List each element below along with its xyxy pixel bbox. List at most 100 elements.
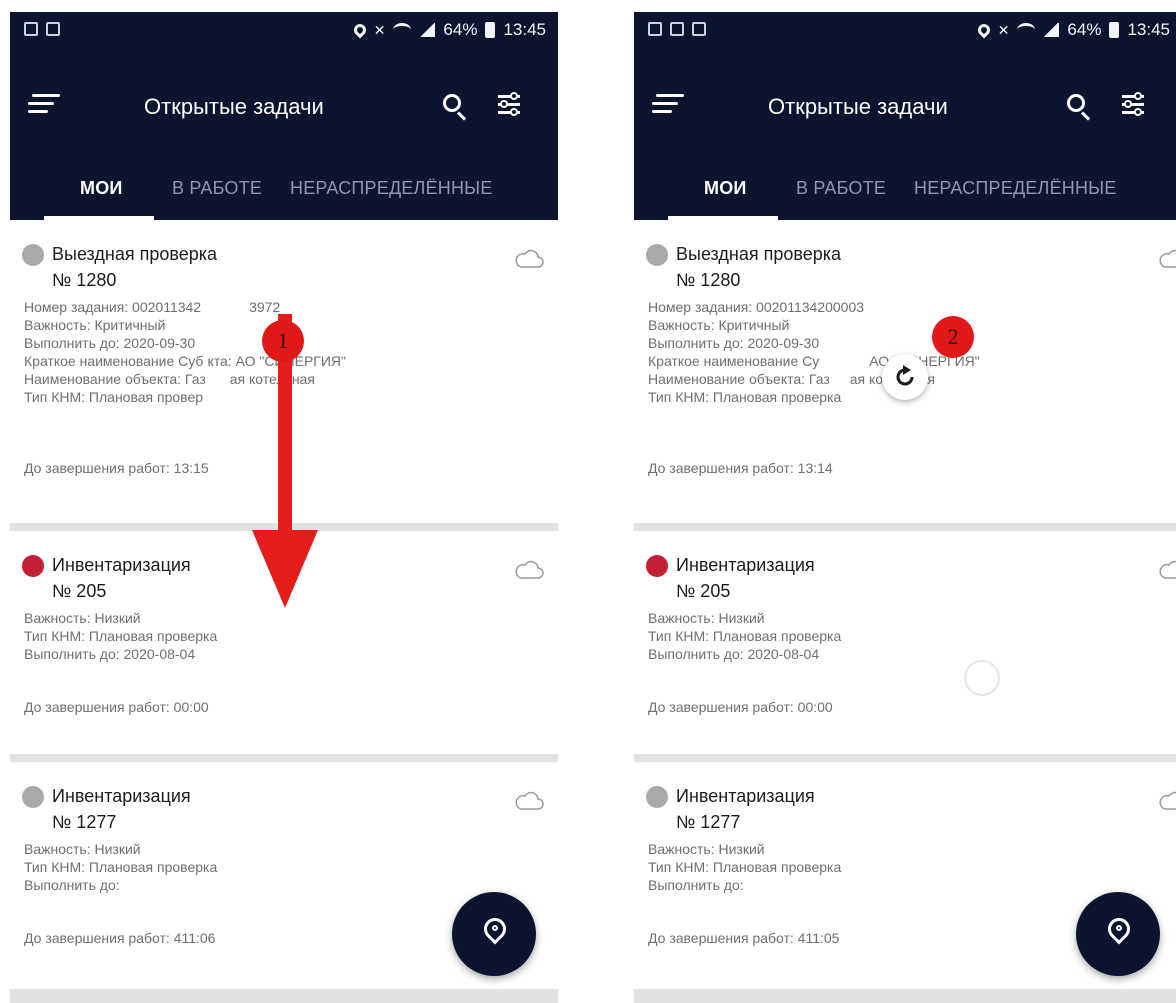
calendar-notification-icon — [24, 22, 38, 36]
map-fab-button[interactable] — [1076, 892, 1160, 976]
task-list: Выездная проверка № 1280 Номер задания: … — [634, 220, 1176, 989]
tab-mine[interactable]: МОИ — [704, 178, 747, 199]
task-title: Инвентаризация — [676, 786, 815, 806]
cloud-icon — [515, 560, 544, 579]
task-detail-line: Выполнить до: 2020-08-04 — [24, 646, 196, 662]
task-details: Номер задания: 00201134200003 Важность: … — [648, 298, 980, 406]
map-fab-button[interactable] — [452, 892, 536, 976]
task-detail-line: Тип КНМ: Плановая проверка — [648, 859, 842, 875]
cloud-icon — [515, 791, 544, 810]
app-bar: Открытые задачи МОИ В РАБОТЕ НЕРАСПРЕДЕЛ… — [634, 50, 1176, 220]
task-number: № 1277 — [676, 812, 741, 832]
image-notification-icon — [648, 22, 662, 36]
status-bar: ✕ 64% 13:45 — [634, 12, 1176, 50]
battery-percent: 64% — [1067, 20, 1102, 39]
mute-icon: ✕ — [997, 21, 1010, 38]
task-title: Выездная проверка — [52, 244, 218, 264]
task-detail-line: Наименование объекта: Газая котельная — [648, 371, 935, 387]
task-number: № 1280 — [52, 270, 117, 290]
wifi-icon — [1017, 23, 1036, 37]
task-detail-line: Выполнить до: 2020-08-04 — [648, 646, 820, 662]
file-notification-icon — [46, 22, 60, 36]
status-bar: ✕ 64% 13:45 — [10, 12, 558, 50]
task-number: № 205 — [676, 581, 731, 601]
wifi-icon — [393, 23, 412, 37]
task-detail-line: Номер задания: 00201134200003 — [648, 299, 865, 315]
task-deadline: До завершения работ: 13:14 — [648, 460, 833, 476]
phone-screen-after: ✕ 64% 13:45 Открытые задачи МОИ В РАБОТЕ… — [634, 12, 1176, 1003]
clock: 13:45 — [503, 20, 546, 39]
task-number: № 205 — [52, 581, 107, 601]
task-detail-line: Важность: Низкий — [24, 841, 141, 857]
task-status-dot — [22, 555, 44, 577]
location-status-icon — [351, 21, 369, 39]
tab-bar: МОИ В РАБОТЕ НЕРАСПРЕДЕЛЁННЫЕ — [10, 166, 558, 220]
filter-icon[interactable] — [1120, 92, 1146, 118]
task-deadline: До завершения работ: 411:06 — [24, 930, 216, 946]
tab-bar: МОИ В РАБОТЕ НЕРАСПРЕДЕЛЁННЫЕ — [634, 166, 1176, 220]
search-icon[interactable] — [443, 94, 469, 121]
step-badge-1: 1 — [262, 320, 304, 362]
battery-icon — [485, 22, 496, 38]
task-details: Важность: Низкий Тип КНМ: Плановая прове… — [24, 609, 217, 663]
task-detail-line: Тип КНМ: Плановая проверка — [24, 859, 218, 875]
task-title: Инвентаризация — [52, 786, 191, 806]
task-deadline: До завершения работ: 13:15 — [24, 460, 209, 476]
task-title: Инвентаризация — [676, 555, 815, 575]
clock: 13:45 — [1127, 20, 1170, 39]
task-status-dot — [22, 786, 44, 808]
app-bar: Открытые задачи МОИ В РАБОТЕ НЕРАСПРЕДЕЛ… — [10, 50, 558, 220]
task-detail-line: Выполнить до: — [24, 877, 120, 893]
task-status-dot — [646, 555, 668, 577]
task-detail-line: Тип КНМ: Плановая проверка — [648, 628, 842, 644]
file-notification-icon — [692, 22, 706, 36]
task-deadline: До завершения работ: 00:00 — [648, 699, 833, 715]
pull-to-refresh-spinner — [882, 354, 928, 400]
filter-icon[interactable] — [496, 92, 522, 118]
task-title: Выездная проверка — [676, 244, 842, 264]
page-title: Открытые задачи — [144, 94, 324, 119]
task-status-dot — [646, 786, 668, 808]
hamburger-icon[interactable] — [652, 92, 684, 116]
task-details: Важность: Низкий Тип КНМ: Плановая прове… — [648, 840, 841, 894]
task-deadline: До завершения работ: 00:00 — [24, 699, 209, 715]
task-status-dot — [22, 244, 44, 266]
signal-icon — [1043, 23, 1060, 37]
tab-in-work[interactable]: В РАБОТЕ — [172, 178, 262, 199]
task-deadline: До завершения работ: 411:05 — [648, 930, 840, 946]
task-detail-line: Выполнить до: 2020-09-30 — [648, 335, 820, 351]
cloud-icon — [1159, 560, 1176, 579]
battery-percent: 64% — [443, 20, 478, 39]
task-detail-line: Выполнить до: — [648, 877, 744, 893]
task-detail-line: Тип КНМ: Плановая проверка — [24, 628, 218, 644]
task-details: Важность: Низкий Тип КНМ: Плановая прове… — [24, 840, 217, 894]
tab-unassigned[interactable]: НЕРАСПРЕДЕЛЁННЫЕ — [290, 178, 552, 199]
signal-icon — [419, 23, 436, 37]
task-card[interactable]: Инвентаризация № 205 Важность: Низкий Ти… — [634, 531, 1176, 754]
task-detail-line: Важность: Низкий — [24, 610, 141, 626]
task-number: № 1277 — [52, 812, 117, 832]
mute-icon: ✕ — [373, 21, 386, 38]
search-icon[interactable] — [1067, 94, 1093, 121]
hamburger-icon[interactable] — [28, 92, 60, 116]
task-details: Важность: Низкий Тип КНМ: Плановая прове… — [648, 609, 841, 663]
task-detail-line: Важность: Низкий — [648, 610, 765, 626]
phone-screen-before: ✕ 64% 13:45 Открытые задачи МОИ В РАБОТЕ… — [10, 12, 558, 1003]
task-detail-line: Важность: Низкий — [648, 841, 765, 857]
cloud-icon — [1159, 791, 1176, 810]
location-status-icon — [975, 21, 993, 39]
loading-indicator — [964, 660, 1000, 696]
task-detail-line: Важность: Критичный — [648, 317, 790, 333]
task-number: № 1280 — [676, 270, 741, 290]
page-title: Открытые задачи — [768, 94, 948, 119]
cloud-icon — [1159, 249, 1176, 268]
refresh-icon — [896, 365, 914, 386]
tab-in-work[interactable]: В РАБОТЕ — [796, 178, 886, 199]
task-detail-line: Краткое наименование Су АО "СИНЕРГИЯ" — [648, 353, 980, 369]
tab-unassigned[interactable]: НЕРАСПРЕДЕЛЁННЫЕ — [914, 178, 1176, 199]
task-detail-line: Тип КНМ: Плановая проверка — [648, 389, 842, 405]
task-status-dot — [646, 244, 668, 266]
cloud-icon — [515, 249, 544, 268]
tab-mine[interactable]: МОИ — [80, 178, 123, 199]
task-title: Инвентаризация — [52, 555, 191, 575]
